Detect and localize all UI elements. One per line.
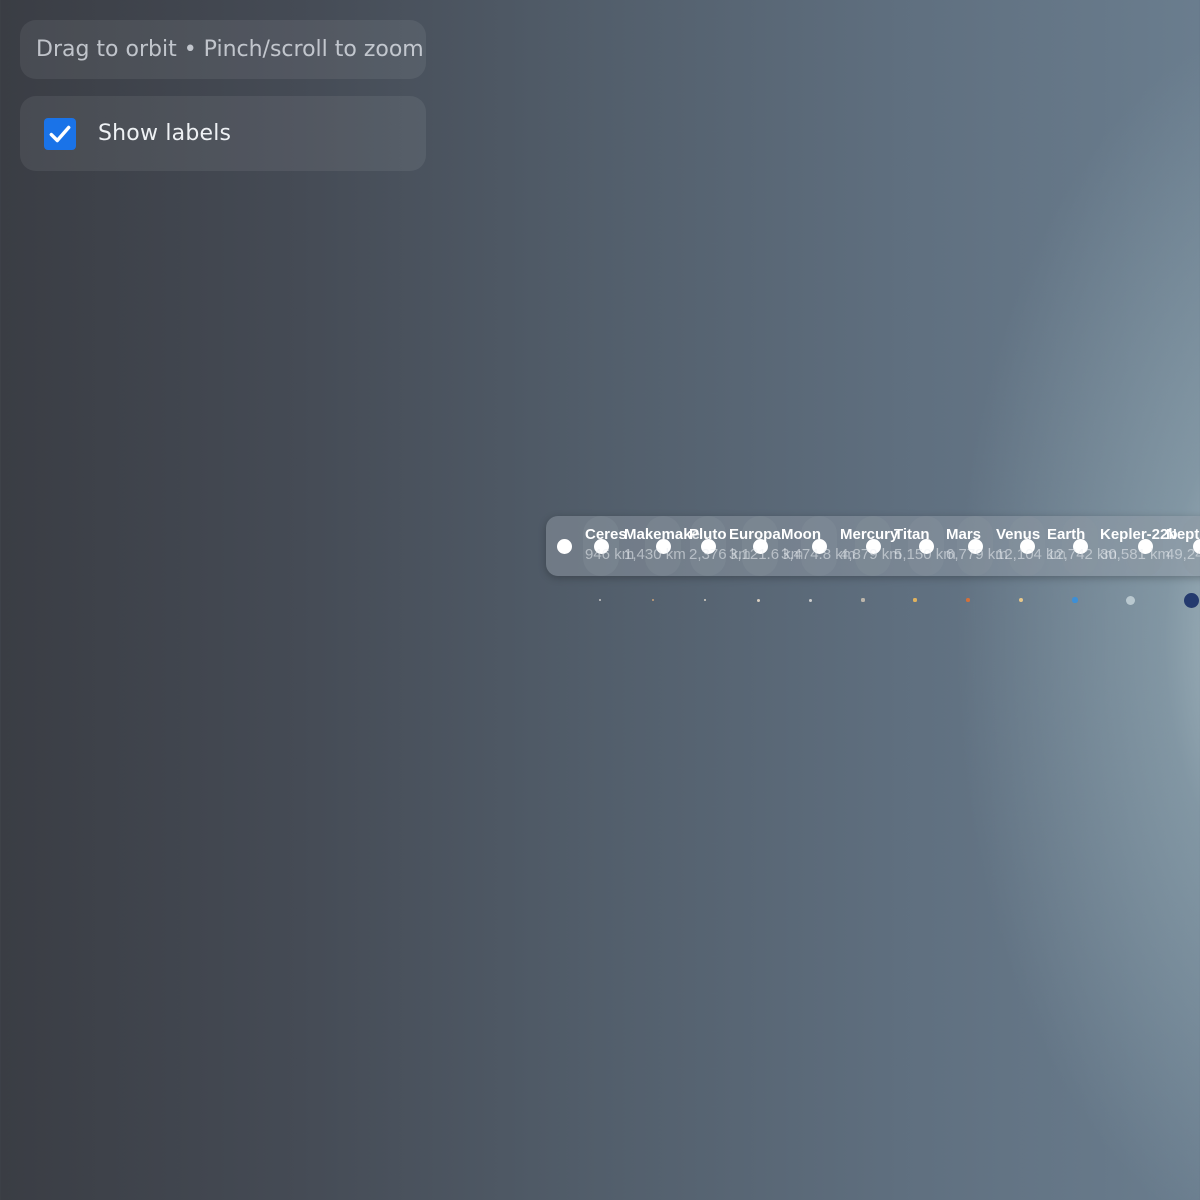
body-label-mercury: Mercury 4,879 km xyxy=(840,526,902,566)
body-sphere-venus[interactable] xyxy=(1018,597,1024,603)
body-sphere-kepler-22b[interactable] xyxy=(1125,595,1135,605)
orbit-viewport[interactable]: Ceres 946 km Makemake 1,430 km Pluto 2,376 km… xyxy=(0,0,1200,1200)
body-sphere-makemake[interactable] xyxy=(651,598,655,602)
body-sphere-pluto[interactable] xyxy=(703,598,707,602)
body-sphere-moon[interactable] xyxy=(808,598,812,602)
body-sphere-neptune[interactable] xyxy=(1183,592,1199,608)
body-sphere-mars[interactable] xyxy=(966,598,970,602)
body-sphere-mercury[interactable] xyxy=(861,598,865,602)
body-sphere-ceres[interactable] xyxy=(598,598,602,602)
body-name: Mercury xyxy=(840,526,899,543)
body-diameter: 4,879 km xyxy=(840,546,902,563)
label-strip-anchor-dot xyxy=(557,539,572,554)
body-sphere-earth[interactable] xyxy=(1072,597,1078,603)
body-label-neptune: Neptune 49,244 km xyxy=(1166,526,1200,566)
body-name: Neptune xyxy=(1166,526,1200,543)
body-sphere-europa[interactable] xyxy=(756,598,760,602)
body-sphere-titan[interactable] xyxy=(913,598,917,602)
body-diameter: 49,244 km xyxy=(1166,546,1200,563)
